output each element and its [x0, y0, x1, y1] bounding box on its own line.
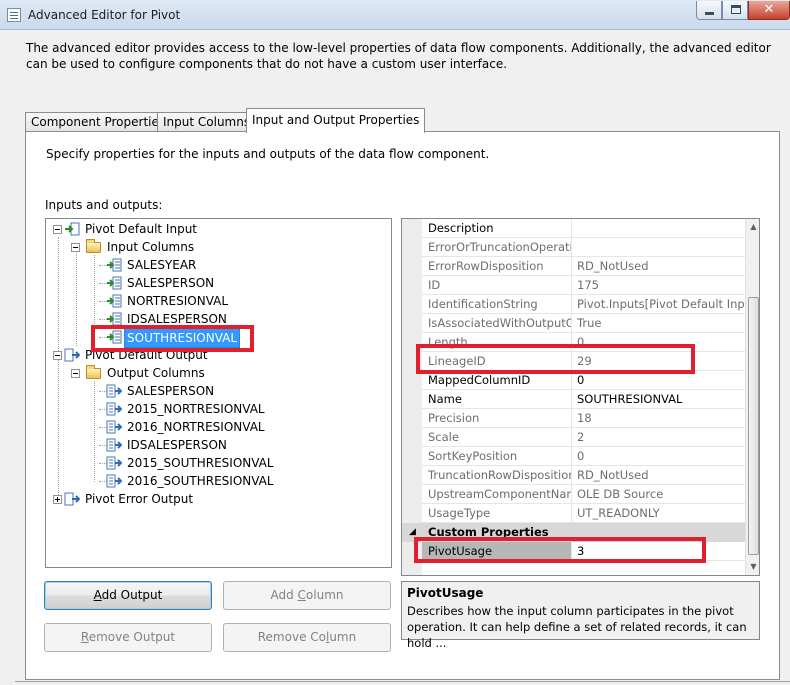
- property-description-pane: PivotUsage Describes how the input colum…: [401, 581, 760, 650]
- property-row[interactable]: UsageType UT_READONLY: [422, 504, 745, 523]
- panel-caption: Specify properties for the inputs and ou…: [46, 147, 490, 161]
- add-output-button[interactable]: Add Output: [44, 581, 212, 610]
- highlight-pivot-usage: [414, 537, 706, 563]
- maximize-icon: [731, 5, 741, 14]
- tree-node-output-column[interactable]: IDSALESPERSON: [46, 436, 386, 454]
- property-row[interactable]: Precision 18: [422, 409, 745, 428]
- inputs-outputs-label: Inputs and outputs:: [45, 198, 163, 212]
- tree-node-error-output[interactable]: Pivot Error Output: [46, 490, 386, 508]
- output-column-icon: [106, 402, 122, 416]
- tree-node-output-column[interactable]: 2016_NORTRESIONVAL: [46, 418, 386, 436]
- property-row[interactable]: UpstreamComponentName OLE DB Source: [422, 485, 745, 504]
- scroll-thumb[interactable]: [748, 297, 759, 555]
- tree-label: SALESPERSON: [127, 384, 215, 398]
- tree-label: Pivot Error Output: [85, 492, 194, 506]
- output-column-icon: [106, 474, 122, 488]
- collapse-icon[interactable]: [53, 351, 62, 360]
- tree-label: Input Columns: [107, 240, 195, 254]
- add-column-button[interactable]: Add Column: [223, 581, 391, 610]
- tree-label: Pivot Default Input: [85, 222, 198, 236]
- inputs-outputs-tree[interactable]: Pivot Default Input Input Columns SALESY…: [45, 218, 392, 568]
- property-description-body: Describes how the input column participa…: [407, 604, 747, 650]
- collapse-icon[interactable]: [71, 369, 80, 378]
- input-icon: [65, 222, 80, 236]
- highlight-lineage-id: [416, 344, 695, 374]
- tree-label: 2016_NORTRESIONVAL: [127, 420, 265, 434]
- window-title: Advanced Editor for Pivot: [28, 8, 181, 22]
- collapse-icon[interactable]: [53, 225, 62, 234]
- tree-node-input-columns[interactable]: Input Columns: [46, 238, 386, 256]
- editor-description: The advanced editor provides access to t…: [26, 41, 771, 71]
- tab-input-and-output-properties[interactable]: Input and Output Properties: [246, 108, 426, 133]
- tree-node-output-column[interactable]: 2016_SOUTHRESIONVAL: [46, 472, 386, 490]
- tree-node-output-column[interactable]: SALESPERSON: [46, 382, 386, 400]
- tab-component-properties[interactable]: Component Properties: [25, 112, 172, 132]
- tree-node-output-column[interactable]: 2015_SOUTHRESIONVAL: [46, 454, 386, 472]
- property-grid-scrollbar[interactable]: ▲ ▼: [745, 219, 759, 575]
- property-row[interactable]: Scale 2: [422, 428, 745, 447]
- input-column-icon: [107, 294, 122, 308]
- property-row[interactable]: IsAssociatedWithOutputColumnTrue: [422, 314, 745, 333]
- minimize-icon: [705, 12, 714, 15]
- close-button[interactable]: ✕: [748, 1, 790, 20]
- tree-label: SALESPERSON: [127, 276, 215, 290]
- close-icon: ✕: [763, 2, 775, 17]
- folder-icon: [86, 239, 101, 253]
- input-column-icon: [107, 276, 122, 290]
- output-column-icon: [106, 420, 122, 434]
- tree-label: NORTRESIONVAL: [127, 294, 229, 308]
- remove-column-button[interactable]: Remove Column: [223, 623, 391, 652]
- remove-output-button[interactable]: Remove Output: [44, 623, 212, 652]
- tree-label: 2015_NORTRESIONVAL: [127, 402, 265, 416]
- output-icon: [64, 492, 80, 506]
- scroll-down-icon[interactable]: ▼: [746, 559, 759, 575]
- input-column-icon: [107, 258, 122, 272]
- collapse-icon[interactable]: [71, 243, 80, 252]
- tree-label: 2016_SOUTHRESIONVAL: [127, 474, 274, 488]
- property-row[interactable]: ErrorOrTruncationOperation: [422, 238, 745, 257]
- tree-node-input-column[interactable]: SALESYEAR: [46, 256, 386, 274]
- bottom-divider: [15, 681, 790, 685]
- property-row[interactable]: SortKeyPosition 0: [422, 447, 745, 466]
- tree-node-output-column[interactable]: 2015_NORTRESIONVAL: [46, 400, 386, 418]
- tab-input-columns[interactable]: Input Columns: [157, 112, 257, 132]
- property-row-description[interactable]: Description: [422, 219, 745, 238]
- tree-node-input-column[interactable]: SALESPERSON: [46, 274, 386, 292]
- tree-label: SALESYEAR: [127, 258, 197, 272]
- property-grid[interactable]: Description ErrorOrTruncationOperation E…: [401, 218, 760, 576]
- input-column-icon: [107, 312, 122, 326]
- tree-node-input-column[interactable]: NORTRESIONVAL: [46, 292, 386, 310]
- tree-label: 2015_SOUTHRESIONVAL: [127, 456, 274, 470]
- output-icon: [64, 348, 80, 362]
- property-row[interactable]: ID 175: [422, 276, 745, 295]
- tree-label: Output Columns: [107, 366, 205, 380]
- output-column-icon: [106, 456, 122, 470]
- scroll-up-icon[interactable]: ▲: [746, 219, 759, 235]
- tab-panel: Specify properties for the inputs and ou…: [25, 131, 780, 680]
- folder-icon: [86, 365, 101, 379]
- minimize-button[interactable]: [696, 1, 722, 20]
- tree-node-default-input[interactable]: Pivot Default Input: [46, 220, 386, 238]
- property-description-title: PivotUsage: [407, 586, 484, 600]
- property-row-name[interactable]: Name SOUTHRESIONVAL: [422, 390, 745, 409]
- property-row[interactable]: ErrorRowDisposition RD_NotUsed: [422, 257, 745, 276]
- expand-icon[interactable]: [53, 495, 62, 504]
- output-column-icon: [106, 438, 122, 452]
- title-bar[interactable]: Advanced Editor for Pivot ✕: [0, 0, 790, 30]
- advanced-editor-window: Advanced Editor for Pivot ✕ The advanced…: [0, 0, 790, 685]
- property-row[interactable]: TruncationRowDisposition RD_NotUsed: [422, 466, 745, 485]
- output-column-icon: [106, 384, 122, 398]
- tree-node-output-columns[interactable]: Output Columns: [46, 364, 386, 382]
- maximize-button[interactable]: [722, 1, 748, 20]
- property-row[interactable]: IdentificationString Pivot.Inputs[Pivot D…: [422, 295, 745, 314]
- app-icon: [7, 8, 21, 22]
- tree-label: IDSALESPERSON: [127, 438, 227, 452]
- highlight-selected-column: [91, 325, 254, 352]
